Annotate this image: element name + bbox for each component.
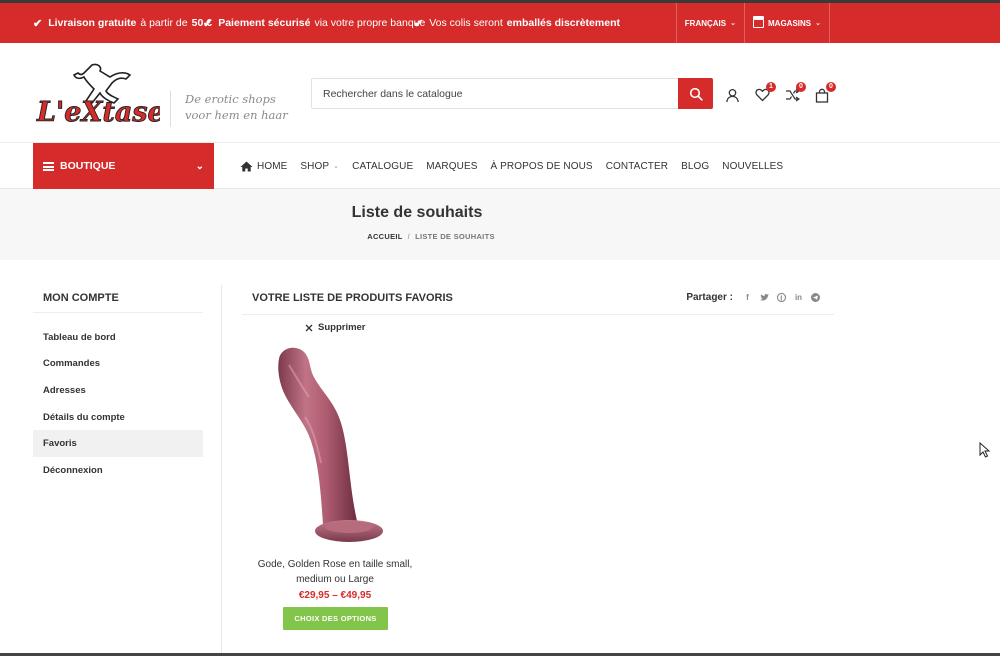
share-label: Partager : [686, 292, 733, 303]
sidebar-item-dashboard[interactable]: Tableau de bord [33, 324, 203, 351]
search-button[interactable] [678, 78, 713, 109]
site-header: L'eXtase De erotic shops voor hem en haa… [0, 43, 1000, 143]
sidebar-item-addresses[interactable]: Adresses [33, 377, 203, 404]
pinterest-icon[interactable] [777, 293, 786, 302]
facebook-icon[interactable]: f [743, 293, 752, 302]
close-icon [305, 324, 313, 331]
nav-label: CATALOGUE [352, 160, 414, 172]
wishlist-header: VOTRE LISTE DE PRODUITS FAVORIS Partager… [242, 285, 834, 315]
promo-text: Vos colis seront [429, 17, 503, 29]
promo-bold: Paiement sécurisé [218, 17, 311, 29]
nav-item-marques[interactable]: MARQUES [426, 161, 477, 172]
wishlist-title: VOTRE LISTE DE PRODUITS FAVORIS [252, 292, 453, 304]
user-icon [725, 88, 739, 102]
stores-link[interactable]: MAGASINS ⌄ [744, 3, 830, 43]
hamburger-icon [43, 161, 54, 171]
telegram-icon[interactable] [811, 293, 820, 302]
search-bar [311, 78, 713, 109]
promo-free-shipping: ✔ Livraison gratuite à partir de 50 € [33, 3, 212, 43]
search-icon [689, 87, 703, 101]
remove-button[interactable]: Supprimer [305, 322, 366, 333]
sidebar-title: MON COMPTE [33, 285, 203, 313]
sidebar-item-orders[interactable]: Commandes [33, 351, 203, 378]
compare-count-badge: 0 [796, 82, 806, 92]
breadcrumb: ACCUEIL / LISTE DE SOUHAITS [0, 232, 862, 241]
nav-label: SHOP [300, 160, 330, 172]
check-icon: ✔ [33, 17, 43, 30]
nav-label: BLOG [681, 160, 710, 172]
nav-item-shop[interactable]: SHOP ⌄ [300, 161, 339, 172]
stores-label: MAGASINS [768, 18, 812, 28]
top-bar: ✔ Livraison gratuite à partir de 50 € ✔ … [0, 0, 1000, 43]
product-name[interactable]: Gode, Golden Rose en taille small, mediu… [240, 557, 430, 587]
promo-discreet-packaging: ✔ Vos colis seront emballés discrètement [414, 3, 620, 43]
nav-label: CONTACTER [605, 160, 669, 172]
nav-item-catalogue[interactable]: CATALOGUE [352, 161, 413, 172]
chevron-down-icon: ⌄ [815, 20, 821, 27]
cart-count-badge: 0 [826, 82, 836, 92]
tagline-line: De erotic shops [185, 92, 276, 106]
wishlist-count-badge: 1 [766, 82, 776, 92]
product-image[interactable] [265, 345, 405, 550]
compare-button[interactable]: 0 [784, 82, 806, 103]
select-options-button[interactable]: CHOIX DES OPTIONS [283, 607, 388, 630]
account-button[interactable] [724, 87, 740, 103]
nav-item-blog[interactable]: BLOG [681, 161, 709, 172]
page-title: Liste de souhaits [351, 204, 483, 221]
linkedin-icon[interactable]: in [794, 293, 803, 302]
sidebar-item-account-details[interactable]: Détails du compte [33, 404, 203, 431]
mouse-cursor-icon [979, 442, 991, 458]
boutique-menu-button[interactable]: BOUTIQUE ⌄ [33, 143, 214, 189]
product-name-line: medium ou Large [296, 574, 374, 585]
language-selector[interactable]: FRANÇAIS ⌄ [675, 3, 744, 43]
tagline: De erotic shops voor hem en haar [170, 91, 288, 127]
chevron-down-icon: ⌄ [333, 163, 340, 170]
account-sidebar: MON COMPTE Tableau de bord Commandes Adr… [33, 285, 203, 484]
promo-secure-payment: ✔ Paiement sécurisé via votre propre ban… [203, 3, 425, 43]
check-icon: ✔ [203, 17, 213, 30]
promo-text: via votre propre banque [314, 17, 426, 29]
store-icon [753, 15, 764, 28]
sidebar-item-favorites[interactable]: Favoris [33, 430, 203, 457]
breadcrumb-separator: / [407, 232, 411, 241]
check-icon: ✔ [414, 17, 424, 30]
nav-label: NOUVELLES [722, 160, 784, 172]
page-title-band: Liste de souhaits ACCUEIL / LISTE DE SOUHA… [0, 190, 1000, 260]
nav-item-about[interactable]: À PROPOS DE NOUS [491, 161, 593, 172]
promo-bold: emballés discrètement [506, 17, 620, 29]
site-logo[interactable]: L'eXtase [34, 61, 160, 131]
product-price: €29,95 – €49,95 [298, 590, 372, 601]
remove-label: Supprimer [318, 322, 366, 333]
product-name-line: Gode, Golden Rose en taille small, [257, 559, 413, 570]
promo-bold: Livraison gratuite [48, 17, 137, 29]
main-navigation: BOUTIQUE ⌄ HOME SHOP ⌄ CATALOGUE MARQUES… [0, 143, 1000, 189]
nav-label: MARQUES [426, 160, 478, 172]
chevron-down-icon: ⌄ [195, 160, 204, 172]
nav-item-home[interactable]: HOME [240, 161, 287, 172]
breadcrumb-current: LISTE DE SOUHAITS [415, 232, 495, 241]
nav-item-contact[interactable]: CONTACTER [606, 161, 668, 172]
sidebar-item-logout[interactable]: Déconnexion [33, 457, 203, 484]
logo-text: L'eXtase [36, 97, 160, 128]
search-input[interactable] [312, 79, 680, 108]
home-icon [240, 161, 253, 171]
nav-item-news[interactable]: NOUVELLES [722, 161, 783, 172]
promo-text: à partir de [140, 17, 188, 29]
sidebar-divider [221, 285, 222, 656]
language-label: FRANÇAIS [684, 18, 727, 28]
breadcrumb-home-link[interactable]: ACCUEIL [367, 232, 402, 241]
twitter-icon[interactable] [760, 293, 769, 302]
wishlist-button[interactable]: 1 [754, 82, 776, 103]
share-bar: Partager : f in [686, 292, 820, 303]
nav-label: HOME [257, 160, 288, 172]
boutique-label: BOUTIQUE [60, 160, 116, 172]
cart-button[interactable]: 0 [814, 82, 836, 103]
chevron-down-icon: ⌄ [730, 20, 736, 27]
tagline-line: voor hem en haar [185, 108, 288, 122]
nav-label: À PROPOS DE NOUS [490, 160, 593, 172]
